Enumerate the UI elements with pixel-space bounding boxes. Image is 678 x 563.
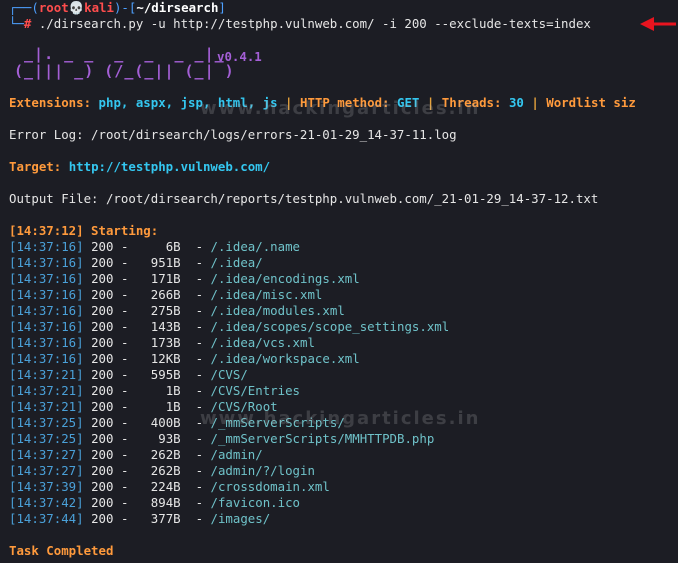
result-row: [14:37:16] 200 - 6B - /.idea/.name <box>9 239 301 254</box>
result-row: [14:37:39] 200 - 224B - /crossdomain.xml <box>9 479 330 494</box>
result-row: [14:37:16] 200 - 171B - /.idea/encodings… <box>9 271 360 286</box>
result-row: [14:37:44] 200 - 377B - /images/ <box>9 511 271 526</box>
task-completed-line: Task Completed <box>9 543 114 558</box>
result-row: [14:37:16] 200 - 143B - /.idea/scopes/sc… <box>9 319 450 334</box>
target-url: http://testphp.vulnweb.com/ <box>68 159 271 174</box>
result-row: [14:37:27] 200 - 262B - /admin/?/login <box>9 463 315 478</box>
prompt-host: kali <box>84 0 114 15</box>
threads-value: 30 <box>508 95 524 110</box>
version-label: v0.4.1 <box>217 49 262 64</box>
result-row: [14:37:16] 200 - 275B - /.idea/modules.x… <box>9 303 345 318</box>
result-row: [14:37:16] 200 - 266B - /.idea/misc.xml <box>9 287 323 302</box>
separator: | <box>531 95 539 110</box>
starting-line: [14:37:12] Starting: <box>9 223 159 238</box>
skull-icon: 💀 <box>68 0 85 15</box>
extensions-label: Extensions: <box>9 95 92 110</box>
error-log-line: Error Log: /root/dirsearch/logs/errors-2… <box>9 127 457 142</box>
prompt-user: root <box>38 0 69 15</box>
result-row: [14:37:42] 200 - 894B - /favicon.ico <box>9 495 301 510</box>
prompt-bracket-close: ] <box>218 0 226 15</box>
red-arrow-icon <box>640 17 676 31</box>
target-label: Target: <box>9 159 62 174</box>
prompt-corner-bottom: └─ <box>9 16 24 31</box>
result-row: [14:37:16] 200 - 12KB - /.idea/workspace… <box>9 351 360 366</box>
prompt-header: ┌──(root💀kali)-[~/dirsearch] <box>9 0 226 16</box>
target-line: Target: http://testphp.vulnweb.com/ <box>9 159 270 175</box>
prompt-directory: ~/dirsearch <box>136 0 219 15</box>
result-row: [14:37:21] 200 - 1B - /CVS/Entries <box>9 383 301 398</box>
prompt-corner: ┌──( <box>9 0 39 15</box>
wordlist-label: Wordlist siz <box>546 95 636 110</box>
dirsearch-logo: _|. _ _ _ _ _ _|_ (_||| _) (/_(_|| (_| ) <box>14 45 235 80</box>
result-row: [14:37:25] 200 - 93B - /_mmServerScripts… <box>9 431 435 446</box>
terminal-window[interactable]: ┌──(root💀kali)-[~/dirsearch] └─# ./dirse… <box>0 0 678 563</box>
prompt-bracket: )-[ <box>113 0 137 15</box>
output-file-line: Output File: /root/dirsearch/reports/tes… <box>9 191 599 206</box>
watermark: www.hackingarticles.in <box>200 408 481 429</box>
result-row: [14:37:16] 200 - 951B - /.idea/ <box>9 255 263 270</box>
watermark: www.hackingarticles.in <box>200 98 481 119</box>
result-row: [14:37:27] 200 - 262B - /admin/ <box>9 447 263 462</box>
command-text: ./dirsearch.py -u http://testphp.vulnweb… <box>31 16 591 31</box>
command-line[interactable]: └─# ./dirsearch.py -u http://testphp.vul… <box>9 16 591 32</box>
result-row: [14:37:21] 200 - 595B - /CVS/ <box>9 367 248 382</box>
result-row: [14:37:16] 200 - 173B - /.idea/vcs.xml <box>9 335 315 350</box>
